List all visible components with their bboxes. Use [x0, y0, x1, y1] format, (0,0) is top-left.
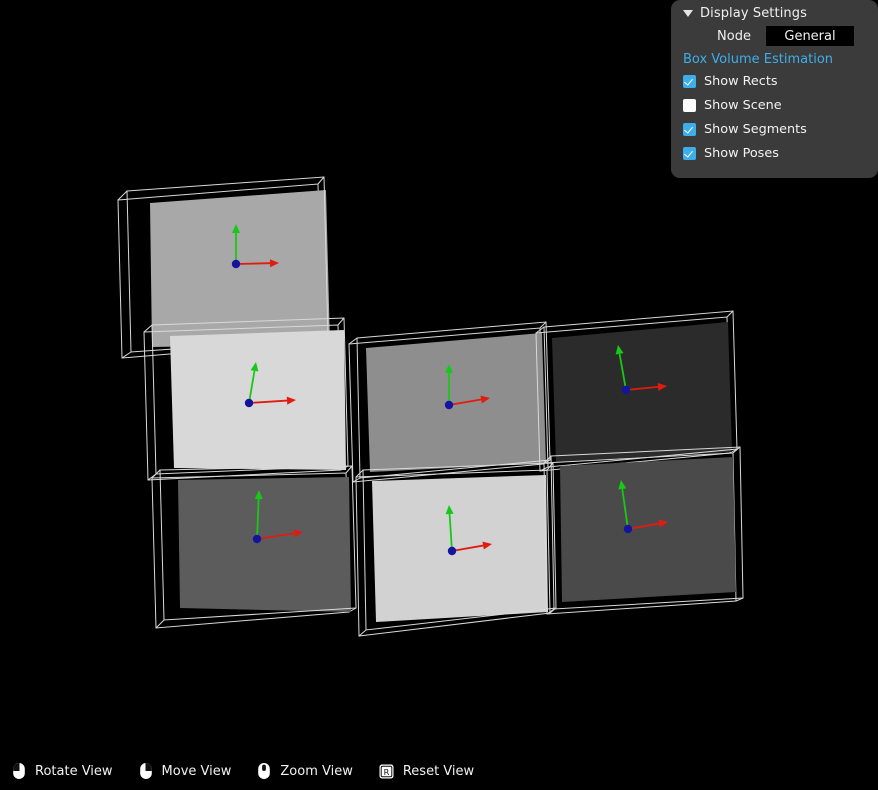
tab-general-label: General: [784, 28, 836, 44]
pose-axis-z-origin-dot-icon: [252, 534, 262, 544]
scene-boxes-group: [117, 176, 744, 637]
mouse-scroll-wheel-icon: [258, 763, 271, 779]
triangle-down-icon[interactable]: [683, 10, 693, 17]
hint-label-rotate-view: Rotate View: [35, 763, 113, 779]
display-settings-panel[interactable]: Display Settings Node General Box Volume…: [671, 0, 878, 178]
pose-axis-z-origin-dot-icon: [621, 385, 631, 395]
box-segment-face: [372, 475, 548, 622]
box-mid-left[interactable]: [143, 317, 349, 481]
pose-axis-z-origin-dot-icon: [231, 259, 241, 269]
box-segment-face: [366, 333, 546, 472]
box-segment-face: [150, 190, 330, 347]
checkbox-row-show-segments[interactable]: Show Segments: [671, 117, 878, 141]
pose-axis-z-origin-dot-icon: [623, 524, 633, 534]
mouse-right-button-icon: [139, 763, 152, 779]
box-mid-center[interactable]: [348, 321, 551, 483]
box-top-left[interactable]: [117, 176, 330, 359]
hint-label-move-view: Move View: [161, 763, 232, 779]
box-bot-left[interactable]: [151, 465, 357, 629]
pose-axis-x-right-arrow-icon-shaft: [235, 262, 271, 265]
pose-axis-z-origin-dot-icon: [447, 546, 457, 556]
box-segment-face: [170, 330, 346, 470]
panel-title: Display Settings: [700, 6, 807, 21]
checkbox-label-show-poses: Show Poses: [704, 145, 779, 161]
box-mid-right[interactable]: [535, 310, 738, 472]
checkbox-row-show-poses[interactable]: Show Poses: [671, 141, 878, 165]
box-wireframe-depth-edge: [117, 190, 128, 201]
hint-zoom-view: Zoom View: [257, 762, 353, 780]
panel-tab-row: Node General: [671, 26, 878, 46]
display-settings-header[interactable]: Display Settings: [671, 0, 878, 25]
box-segment-face: [560, 457, 736, 602]
pose-axis-z-origin-dot-icon: [244, 398, 254, 408]
hint-move-view: Move View: [139, 762, 232, 780]
tab-general[interactable]: General: [766, 26, 854, 46]
hint-reset-view: R Reset View: [379, 764, 474, 779]
hint-label-reset-view: Reset View: [402, 763, 475, 779]
checkbox-show-rects[interactable]: [683, 74, 696, 88]
mouse-left-button-icon: [13, 763, 25, 779]
checkbox-show-poses[interactable]: [683, 146, 696, 160]
tab-node[interactable]: Node: [702, 26, 766, 46]
box-wireframe-depth-edge: [337, 317, 345, 326]
box-wireframe-depth-edge: [155, 619, 165, 629]
box-wireframe-depth-edge: [143, 324, 153, 333]
box-segment-face: [552, 322, 732, 462]
box-bot-right[interactable]: [543, 446, 744, 615]
checkbox-label-show-segments: Show Segments: [704, 121, 807, 137]
checkbox-show-scene[interactable]: [683, 98, 696, 112]
box-bot-center[interactable]: [355, 462, 557, 637]
box-segment-face: [178, 477, 351, 612]
checkbox-show-segments[interactable]: [683, 122, 696, 136]
section-title-box-volume-estimation: Box Volume Estimation: [683, 52, 834, 67]
hint-rotate-view: Rotate View: [12, 762, 113, 780]
checkbox-row-show-rects[interactable]: Show Rects: [671, 69, 878, 93]
tab-node-label: Node: [717, 28, 751, 44]
checkbox-row-show-scene[interactable]: Show Scene: [671, 93, 878, 117]
pose-axis-z-origin-dot-icon: [444, 400, 454, 410]
checkbox-label-show-rects: Show Rects: [704, 73, 778, 89]
checkbox-label-show-scene: Show Scene: [704, 97, 782, 113]
box-wireframe-depth-edge: [317, 176, 325, 185]
svg-text:R: R: [384, 767, 390, 777]
application-root: Display Settings Node General Box Volume…: [0, 0, 878, 790]
view-controls-toolbar: Rotate View Move View Zoom View R Reset …: [0, 752, 878, 790]
hint-label-zoom-view: Zoom View: [280, 763, 353, 779]
keyboard-key-r-icon: R: [379, 764, 394, 778]
